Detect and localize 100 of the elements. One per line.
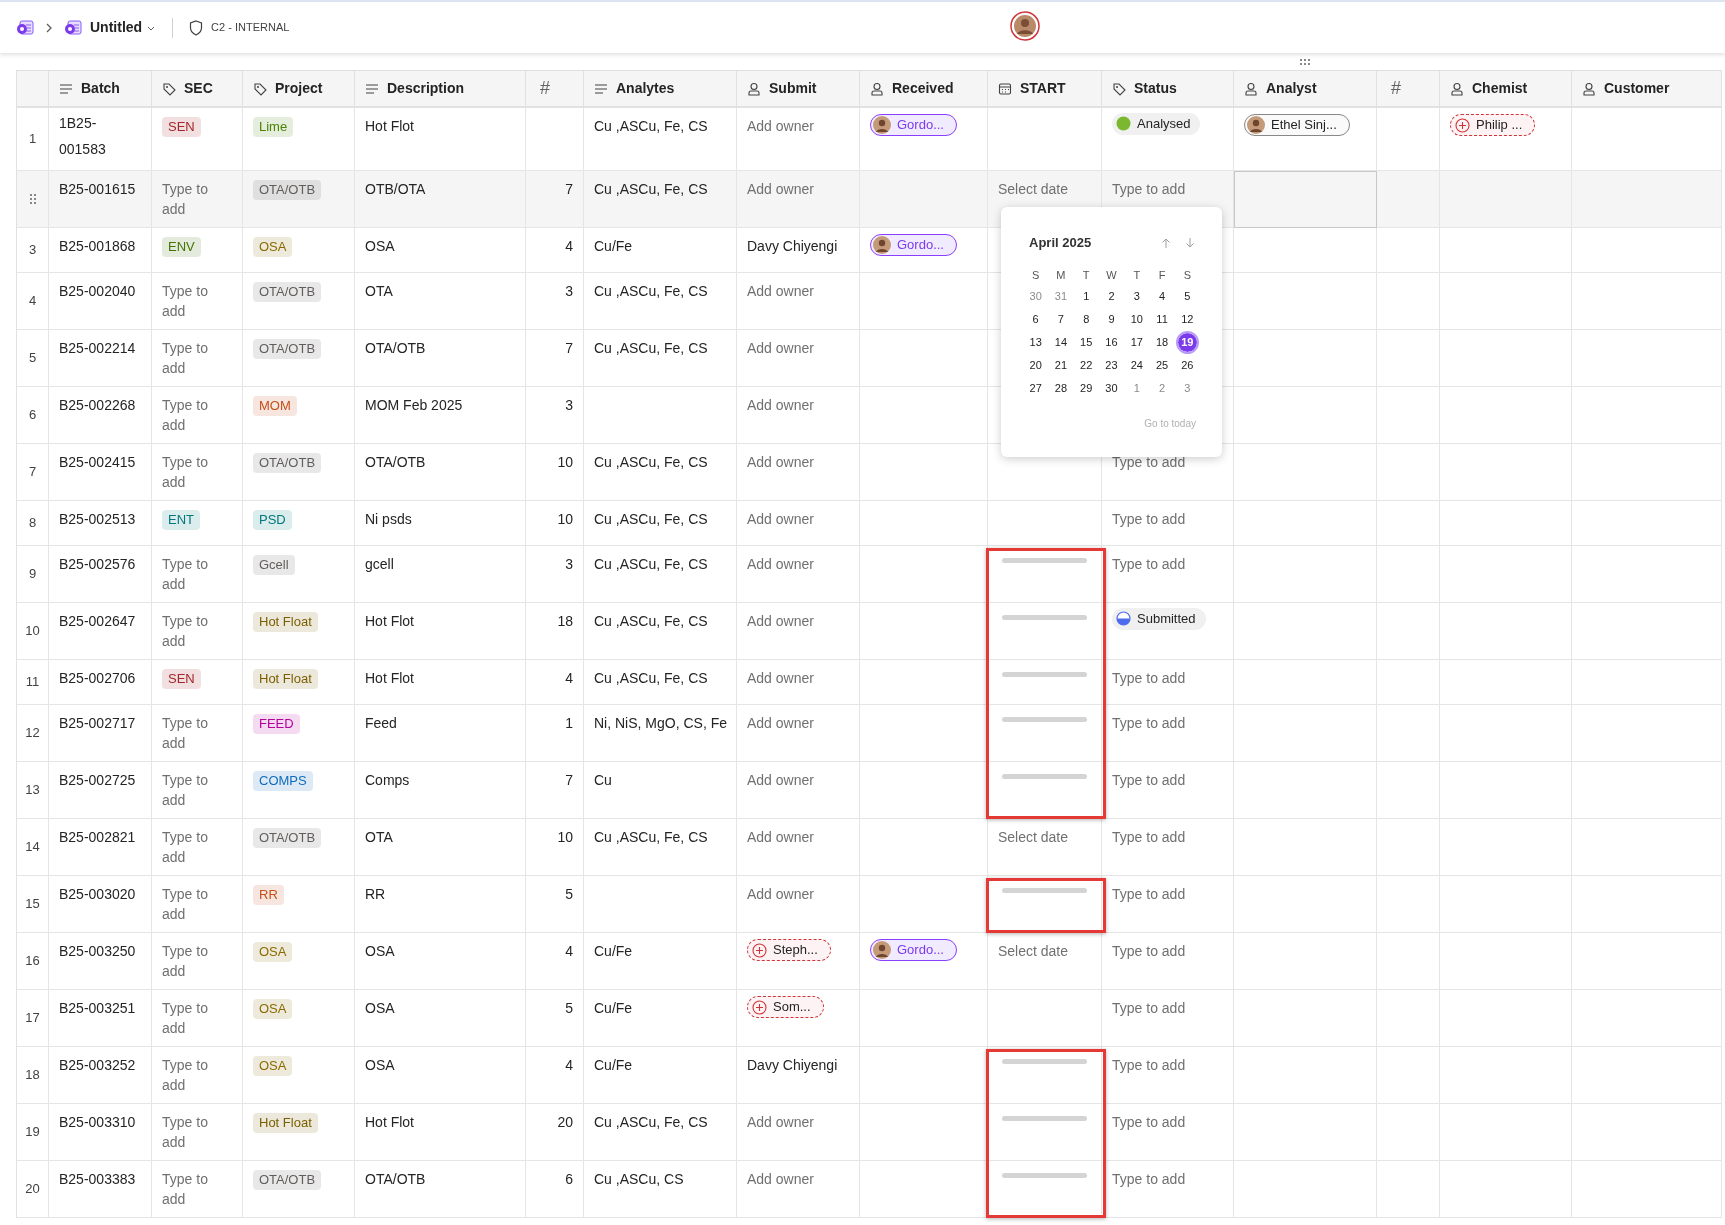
status-badge[interactable]: Analysed (1112, 112, 1201, 135)
calendar-day[interactable]: 13 (1029, 333, 1042, 351)
calendar-day[interactable]: 26 (1181, 356, 1194, 374)
table-cell[interactable]: Type to add (1102, 819, 1234, 876)
table-cell: 3 (526, 546, 584, 603)
table-cell[interactable]: Type to add (152, 876, 243, 933)
calendar-day[interactable]: 7 (1057, 310, 1064, 328)
column-header[interactable]: SEC (184, 78, 213, 99)
calendar-day[interactable]: 2 (1108, 287, 1115, 305)
calendar-day[interactable]: 24 (1130, 356, 1143, 374)
title-button[interactable]: Untitled (90, 17, 157, 38)
table-cell[interactable]: Add owner (737, 273, 860, 330)
table-cell[interactable]: Add owner (737, 1161, 860, 1218)
calendar-day[interactable]: 18 (1155, 333, 1169, 351)
tag: OSA (253, 942, 293, 962)
calendar-day[interactable]: 31 (1054, 287, 1068, 305)
calendar-day[interactable]: 9 (1108, 310, 1115, 328)
table-cell[interactable]: Select date (988, 933, 1102, 990)
table-cell[interactable]: Type to add (1102, 933, 1234, 990)
table-cell[interactable]: Type to add (152, 444, 243, 501)
table-cell[interactable]: Add owner (737, 603, 860, 660)
table-cell: 3 (526, 387, 584, 444)
table-cell[interactable]: Add owner (737, 876, 860, 933)
table-cell[interactable]: Add owner (737, 546, 860, 603)
table-cell[interactable]: Type to add (1102, 501, 1234, 546)
table-cell[interactable]: Type to add (152, 546, 243, 603)
table-cell[interactable]: Add owner (737, 819, 860, 876)
calendar-day[interactable]: 21 (1054, 356, 1068, 374)
table-cell: MOM Feb 2025 (355, 387, 526, 444)
number-column-header[interactable]: # (536, 75, 550, 102)
table-cell[interactable]: Add owner (737, 330, 860, 387)
table-cell[interactable]: Add owner (737, 444, 860, 501)
table-cell[interactable]: Add owner (737, 1104, 860, 1161)
calendar-day[interactable]: 30 (1029, 287, 1042, 305)
table-cell[interactable]: Add owner (737, 108, 860, 171)
table-cell: 10 (526, 819, 584, 876)
calendar-day[interactable]: 15 (1080, 333, 1093, 351)
calendar-day[interactable]: 28 (1054, 379, 1068, 397)
calendar-day[interactable]: 1 (1133, 379, 1140, 397)
table-cell: 6 (526, 1161, 584, 1218)
calendar-day[interactable]: 10 (1130, 310, 1143, 328)
table-cell[interactable]: Select date (988, 819, 1102, 876)
calendar-day[interactable]: 14 (1054, 333, 1068, 351)
table-cell: 5 (526, 876, 584, 933)
column-header[interactable]: Status (1134, 78, 1177, 99)
table-cell[interactable]: Add owner (737, 501, 860, 546)
sensitivity-label[interactable]: C2 - INTERNAL (211, 19, 290, 36)
calendar-day[interactable]: 25 (1155, 356, 1169, 374)
table-cell[interactable]: Type to add (152, 171, 243, 228)
table-cell[interactable]: Type to add (152, 1047, 243, 1104)
table-cell[interactable]: Type to add (152, 819, 243, 876)
table-cell[interactable]: Type to add (152, 1104, 243, 1161)
table-cell: B25-002040 (49, 273, 152, 330)
calendar-day[interactable]: 27 (1029, 379, 1042, 397)
table-cell[interactable]: Add owner (737, 387, 860, 444)
person-chip[interactable]: Som... (747, 996, 824, 1018)
table-cell[interactable]: Add owner (737, 660, 860, 705)
table-cell[interactable]: Type to add (152, 330, 243, 387)
table-cell[interactable]: Type to add (152, 273, 243, 330)
calendar-day[interactable]: 22 (1080, 356, 1093, 374)
table-cell[interactable]: Type to add (152, 933, 243, 990)
calendar-day[interactable]: 23 (1105, 356, 1118, 374)
table-cell: Hot Flot (355, 603, 526, 660)
number-column-header[interactable]: # (1387, 75, 1401, 102)
table-cell[interactable]: Type to add (152, 705, 243, 762)
calendar-day[interactable]: 12 (1181, 310, 1194, 328)
table-cell[interactable]: Type to add (152, 990, 243, 1047)
calendar-day[interactable]: 3 (1133, 287, 1140, 305)
table-cell[interactable]: Type to add (152, 762, 243, 819)
calendar-day[interactable]: 4 (1159, 287, 1166, 305)
person-chip[interactable]: Gordo... (870, 234, 957, 256)
person-chip[interactable]: Gordo... (870, 114, 957, 136)
calendar-day[interactable]: 2 (1159, 379, 1166, 397)
table-cell[interactable]: Type to add (152, 603, 243, 660)
calendar-day[interactable]: 11 (1156, 310, 1168, 328)
table-cell: Feed (355, 705, 526, 762)
calendar-day[interactable]: 20 (1029, 356, 1042, 374)
calendar-day[interactable]: 30 (1105, 379, 1118, 397)
status-badge[interactable]: Submitted (1112, 607, 1206, 630)
calendar-day[interactable]: 29 (1080, 379, 1093, 397)
calendar-day[interactable]: 6 (1032, 310, 1039, 328)
calendar-day[interactable]: 1 (1083, 287, 1090, 305)
person-chip[interactable]: Philip ... (1450, 114, 1536, 136)
table-cell[interactable]: Type to add (152, 387, 243, 444)
table-cell: Cu ,ASCu, Fe, CS (584, 819, 737, 876)
calendar-day[interactable]: 17 (1130, 333, 1143, 351)
person-chip[interactable]: Steph... (747, 939, 831, 961)
table-cell: 3 (526, 273, 584, 330)
calendar-day[interactable]: 19 (1177, 332, 1197, 352)
person-chip[interactable]: Ethel Sinj... (1244, 114, 1350, 136)
calendar-day[interactable]: 3 (1184, 379, 1191, 397)
calendar-day[interactable]: 5 (1184, 287, 1191, 305)
table-cell[interactable]: Add owner (737, 705, 860, 762)
person-chip[interactable]: Gordo... (870, 939, 957, 961)
table-cell[interactable]: Type to add (1102, 990, 1234, 1047)
table-cell[interactable]: Add owner (737, 762, 860, 819)
table-cell[interactable]: Add owner (737, 171, 860, 228)
table-cell[interactable]: Type to add (152, 1161, 243, 1218)
calendar-day[interactable]: 16 (1105, 333, 1118, 351)
calendar-day[interactable]: 8 (1083, 310, 1090, 328)
